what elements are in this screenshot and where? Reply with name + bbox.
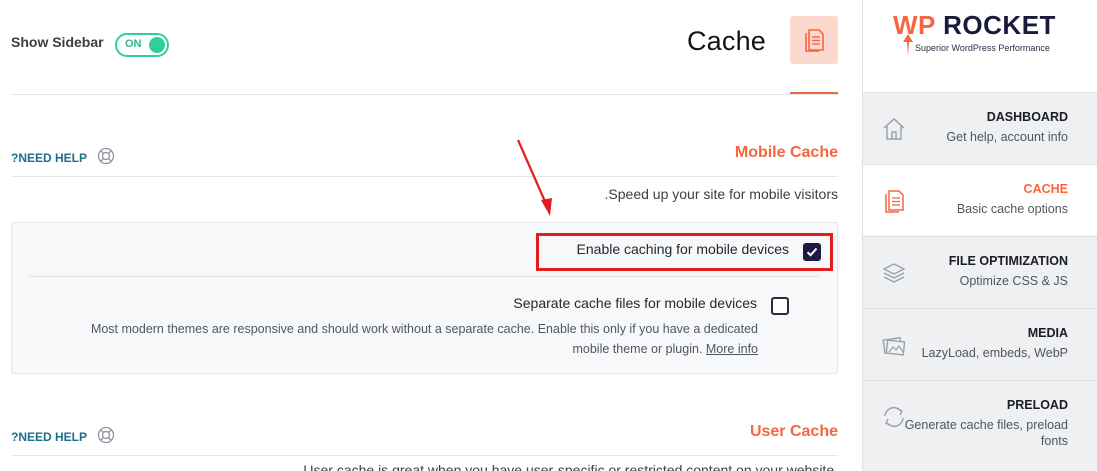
- mobile-need-help-link[interactable]: ?NEED HELP: [11, 147, 115, 168]
- mobile-cache-header: ?NEED HELP Mobile Cache: [11, 140, 838, 170]
- toggle-knob: [149, 37, 165, 53]
- lifebuoy-icon: [97, 147, 115, 168]
- wp-rocket-logo: WP ROCKET Superior WordPress Performance: [863, 0, 1097, 92]
- nav-item-subtitle: Get help, account info: [946, 130, 1068, 144]
- nav-item-cache[interactable]: CACHE Basic cache options: [863, 164, 1097, 235]
- page-title: Cache: [686, 26, 766, 56]
- nav-item-title: FILE OPTIMIZATION: [948, 254, 1068, 268]
- show-sidebar-toggle[interactable]: ON: [115, 33, 169, 57]
- description-line-2-text: mobile theme or plugin.: [572, 342, 706, 356]
- header-divider: [11, 94, 838, 95]
- user-need-help-link[interactable]: ?NEED HELP: [11, 426, 115, 447]
- option-separate-cache-files[interactable]: Separate cache files for mobile devices: [513, 295, 757, 311]
- nav-item-file-optimization[interactable]: FILE OPTIMIZATION Optimize CSS & JS: [863, 236, 1097, 307]
- nav-item-preload[interactable]: PRELOAD Generate cache files, preload fo…: [863, 380, 1097, 471]
- nav-item-title: MEDIA: [1027, 326, 1068, 340]
- nav-item-title: DASHBOARD: [986, 110, 1068, 124]
- mobile-cache-title: Mobile Cache: [734, 144, 838, 161]
- nav-item-media[interactable]: MEDIA LazyLoad, embeds, WebP: [863, 308, 1097, 379]
- nav-item-subtitle: Basic cache options: [956, 202, 1068, 216]
- logo-tagline: Superior WordPress Performance: [915, 43, 1050, 53]
- logo-wordmark: WP ROCKET: [893, 10, 1056, 41]
- more-info-link[interactable]: More info: [706, 342, 758, 356]
- separate-cache-description: Most modern themes are responsive and sh…: [52, 319, 758, 359]
- plugin-nav: WP ROCKET Superior WordPress Performance…: [862, 0, 1097, 471]
- logo-rocket: ROCKET: [943, 10, 1056, 40]
- rocket-flame-icon: [903, 34, 913, 56]
- annotation-highlight-box: [536, 233, 833, 271]
- show-sidebar-label: Show Sidebar: [11, 34, 104, 50]
- options-divider: [29, 276, 819, 277]
- lifebuoy-icon: [97, 426, 115, 447]
- user-cache-title: User Cache: [749, 423, 838, 440]
- section-divider: [11, 176, 838, 177]
- show-sidebar-control: Show Sidebar ON: [11, 33, 169, 57]
- nav-item-subtitle: Optimize CSS & JS: [959, 274, 1068, 288]
- description-line-1: Most modern themes are responsive and sh…: [90, 322, 758, 336]
- nav-item-title: PRELOAD: [1006, 398, 1068, 412]
- main-panel: Show Sidebar ON Cache ?NEED HELP Mobile …: [0, 0, 862, 471]
- user-cache-header: ?NEED HELP User Cache: [11, 419, 838, 449]
- option-label: Separate cache files for mobile devices: [513, 295, 757, 311]
- separate-cache-files-checkbox[interactable]: [771, 297, 789, 315]
- section-divider: [11, 455, 838, 456]
- toggle-state-text: ON: [125, 38, 142, 50]
- nav-item-subtitle: LazyLoad, embeds, WebP: [921, 346, 1068, 360]
- logo-wp: WP: [893, 10, 936, 40]
- mobile-cache-subtitle: .Speed up your site for mobile visitors: [604, 186, 838, 202]
- annotation-arrow-icon: [516, 139, 552, 216]
- description-line-2: mobile theme or plugin. More info: [52, 339, 758, 359]
- nav-item-dashboard[interactable]: DASHBOARD Get help, account info: [863, 92, 1097, 163]
- nav-item-title: CACHE: [1023, 182, 1068, 196]
- cache-document-icon: [790, 16, 838, 64]
- nav-item-subtitle: Generate cache files, preload fonts: [904, 418, 1068, 448]
- user-cache-subtitle: User cache is great when you have user-s…: [303, 462, 838, 471]
- need-help-label: ?NEED HELP: [11, 429, 88, 444]
- need-help-label: ?NEED HELP: [11, 150, 88, 165]
